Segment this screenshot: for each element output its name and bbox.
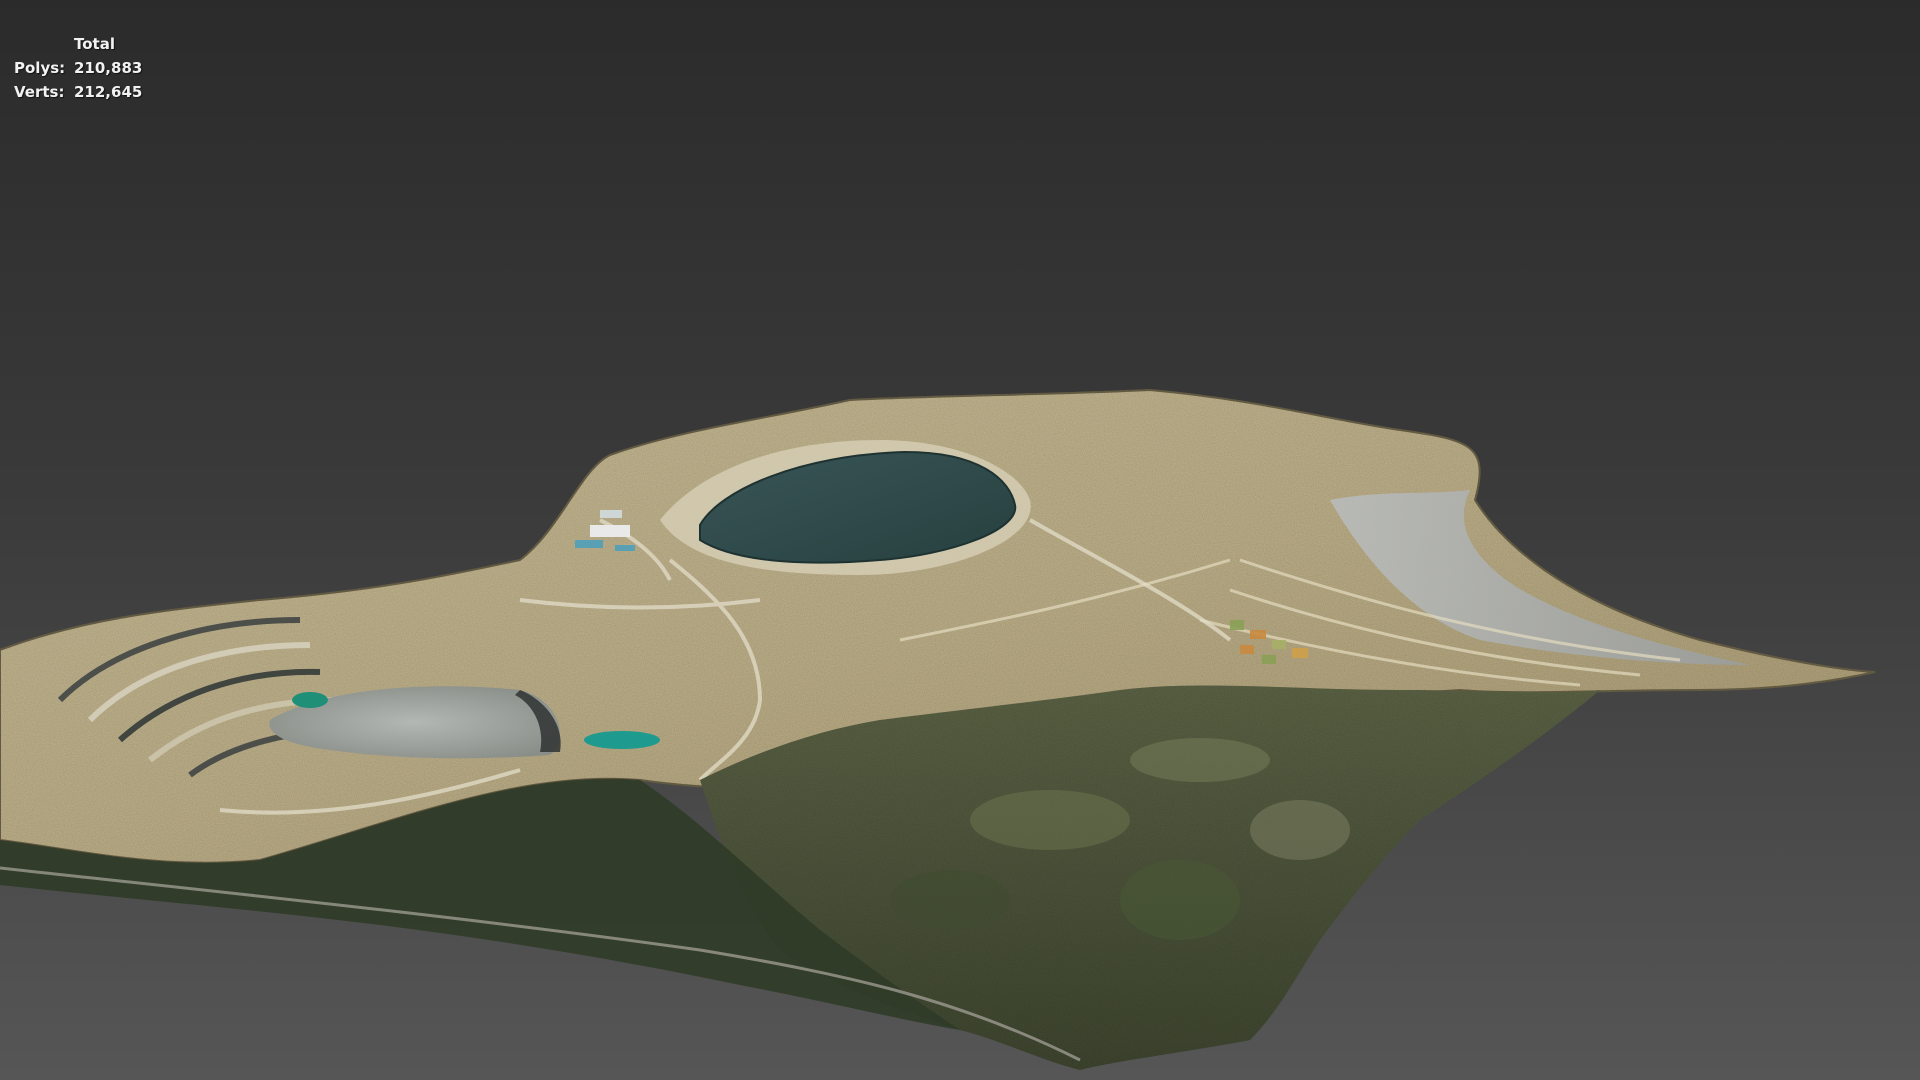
verts-row: Verts: 212,645 [14, 80, 142, 104]
polys-label: Polys: [14, 59, 66, 77]
small-pond-2 [584, 731, 660, 749]
viewport-statistics: Total Polys: 210,883 Verts: 212,645 [14, 32, 142, 104]
verts-value: 212,645 [74, 83, 143, 101]
small-pond-1 [292, 692, 328, 708]
terrain-mesh[interactable] [0, 0, 1920, 1080]
polys-value: 210,883 [74, 59, 143, 77]
stats-header: Total [74, 35, 115, 53]
3d-viewport[interactable]: Total Polys: 210,883 Verts: 212,645 [0, 0, 1920, 1080]
verts-label: Verts: [14, 83, 65, 101]
polys-row: Polys: 210,883 [14, 56, 142, 80]
